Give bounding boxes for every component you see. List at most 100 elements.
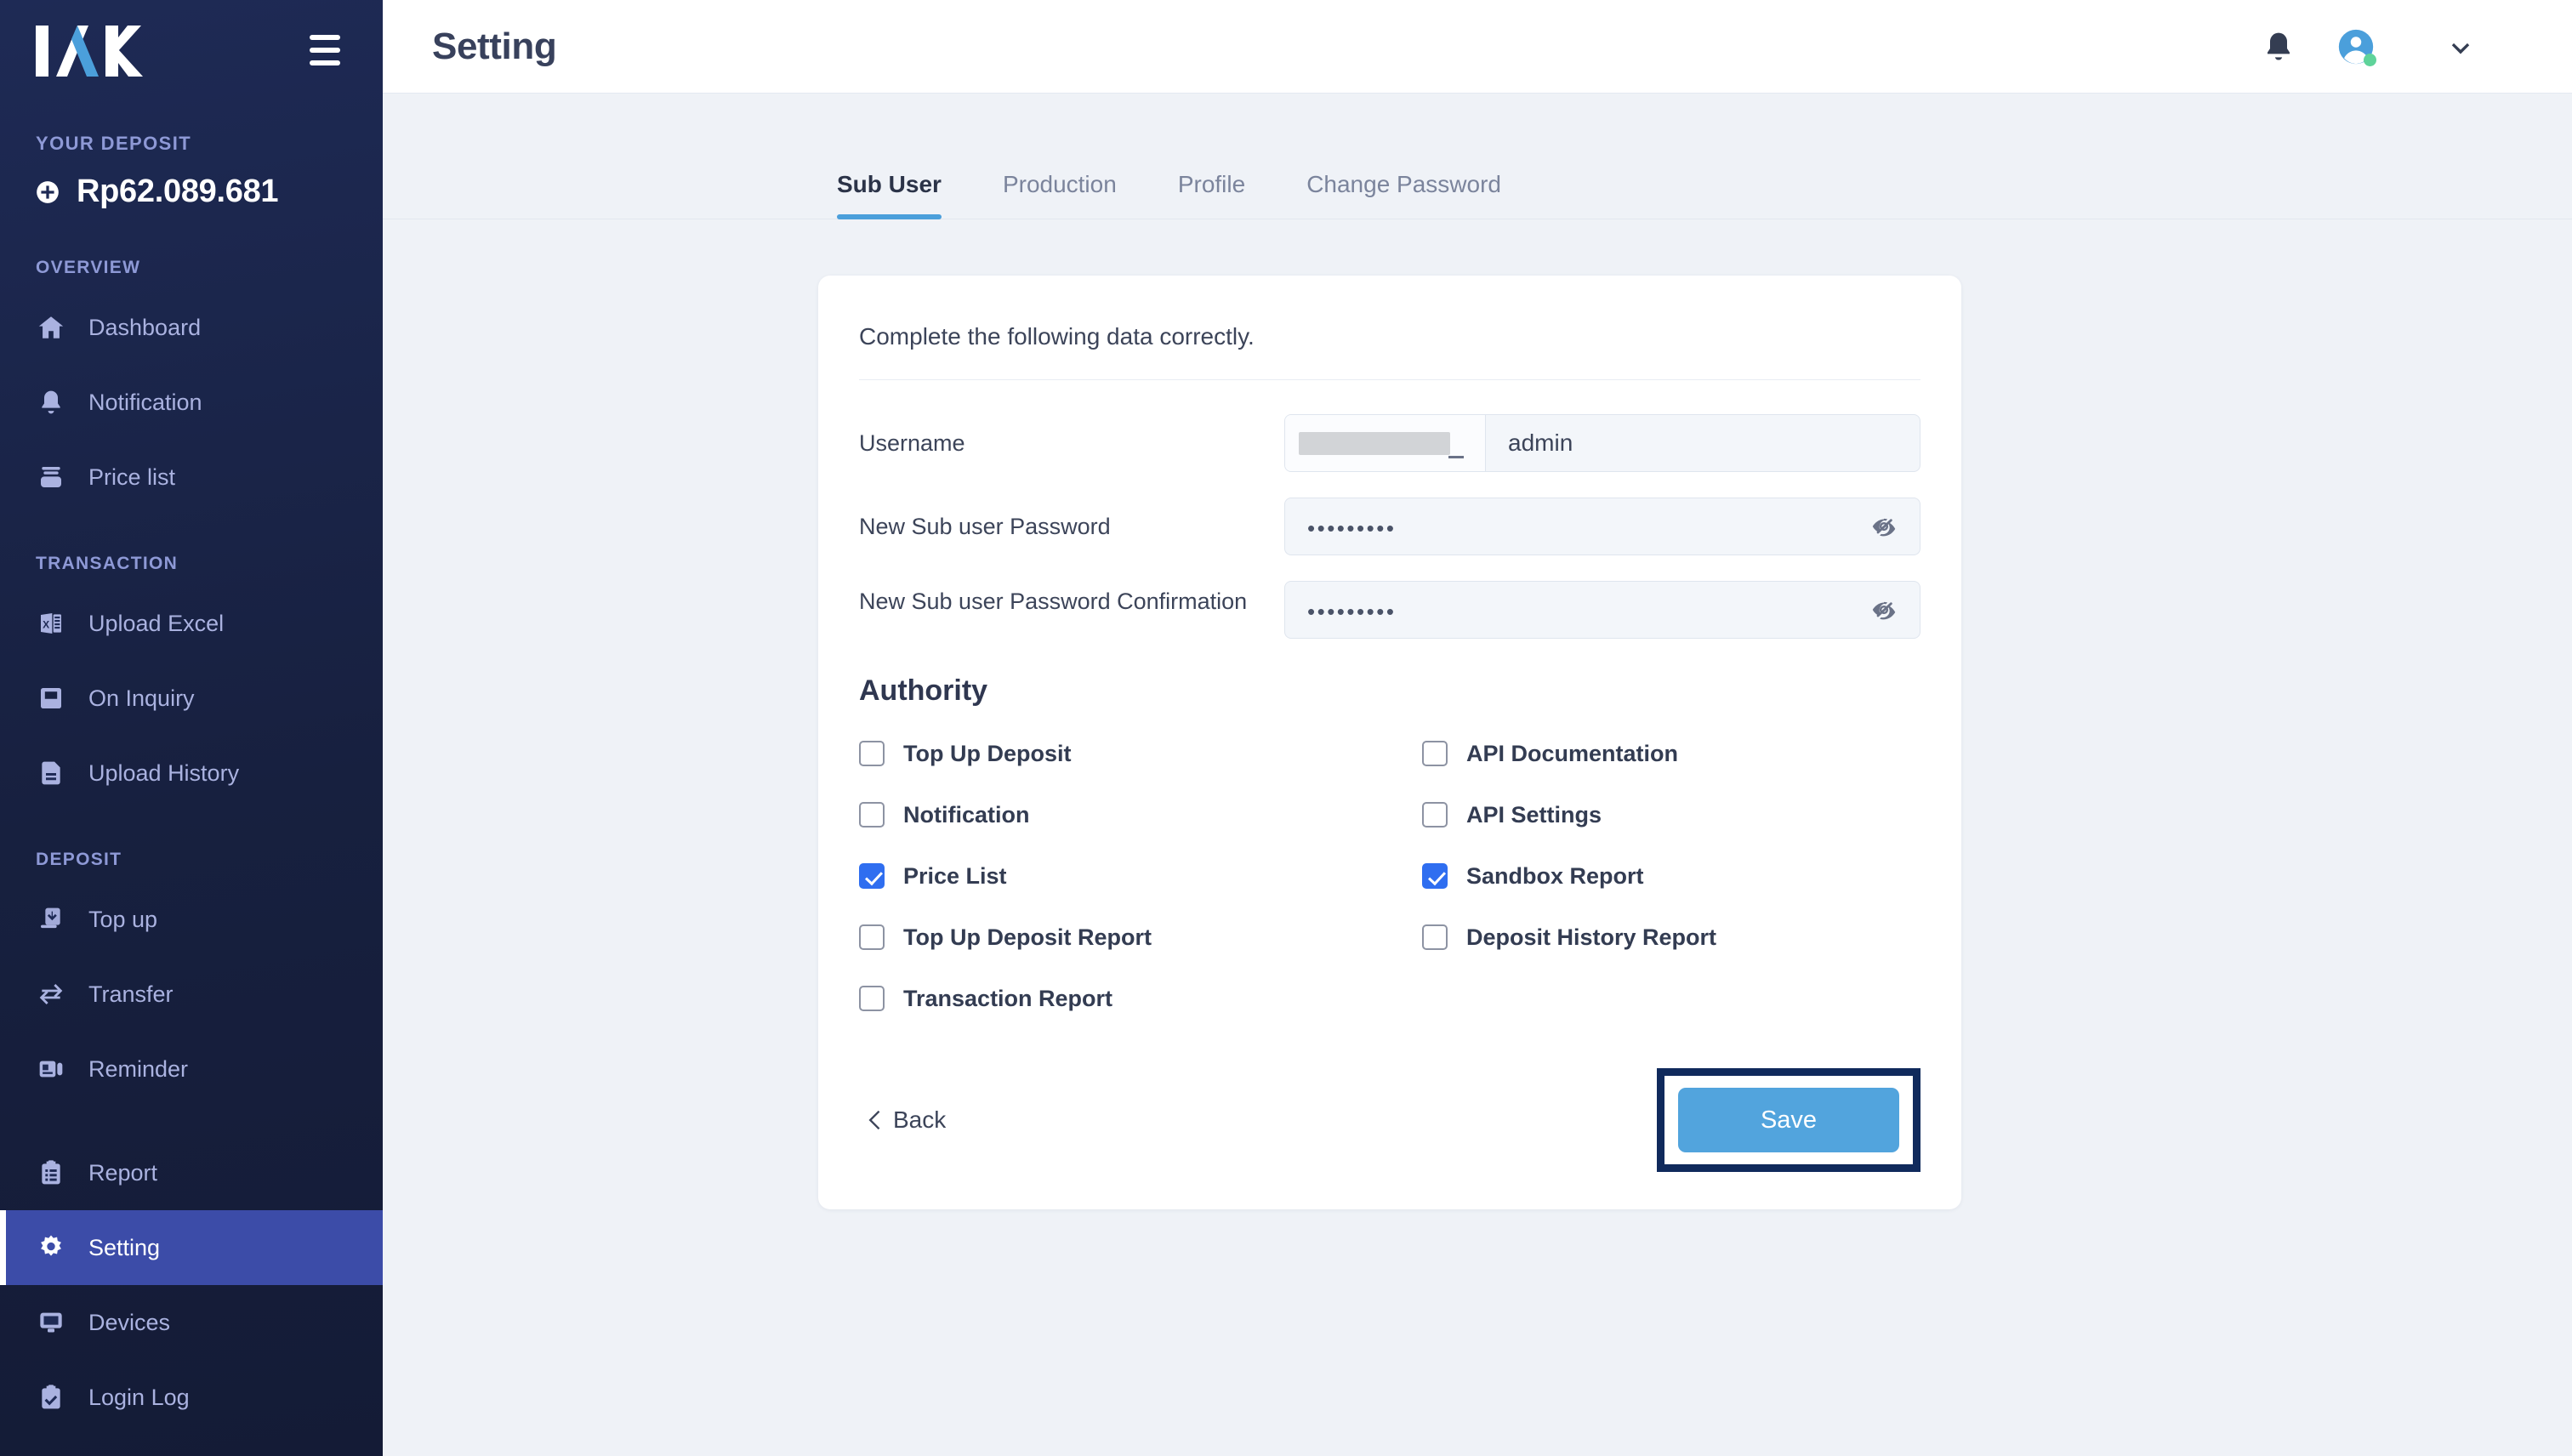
- add-deposit-icon[interactable]: [36, 180, 60, 204]
- checkbox[interactable]: [859, 802, 885, 828]
- sidebar-item-label: Devices: [88, 1309, 171, 1335]
- divider: [859, 379, 1920, 380]
- deposit-label: YOUR DEPOSIT: [36, 133, 192, 154]
- sidebar-header: [0, 0, 383, 100]
- sidebar-item-devices[interactable]: Devices: [0, 1285, 383, 1360]
- tab-change-password[interactable]: Change Password: [1306, 171, 1501, 219]
- sidebar-item-dashboard[interactable]: Dashboard: [0, 290, 383, 365]
- authority-heading: Authority: [859, 674, 988, 707]
- account-menu-button[interactable]: [2397, 10, 2524, 83]
- password-confirm-input[interactable]: •••••••••: [1284, 581, 1920, 639]
- authority-item-api-settings[interactable]: API Settings: [1422, 784, 1920, 845]
- chevron-down-icon: [2451, 43, 2470, 54]
- transfer-arrows-icon: [36, 979, 66, 1010]
- burger-line: [310, 60, 340, 65]
- password-input[interactable]: •••••••••: [1284, 498, 1920, 555]
- app-root: YOUR DEPOSIT Rp62.089.681 OVERVIEW Dashb…: [0, 0, 2572, 1456]
- notifications-button[interactable]: [2242, 10, 2315, 83]
- username-label: Username: [859, 430, 965, 456]
- deposit-summary: YOUR DEPOSIT Rp62.089.681: [0, 100, 383, 210]
- checkbox[interactable]: [1422, 741, 1448, 766]
- sidebar-item-label: Price list: [88, 464, 176, 490]
- sidebar-item-top-up[interactable]: Top up: [0, 882, 383, 957]
- authority-label: Deposit History Report: [1466, 924, 1717, 950]
- sidebar-item-report[interactable]: Report: [0, 1135, 383, 1210]
- save-button[interactable]: Save: [1678, 1088, 1899, 1152]
- back-label: Back: [893, 1106, 947, 1133]
- password-confirm-label: New Sub user Password Confirmation: [859, 589, 1248, 614]
- sidebar-item-label: Upload History: [88, 759, 240, 786]
- authority-label: Notification: [903, 801, 1030, 828]
- checkbox[interactable]: [1422, 924, 1448, 950]
- clipboard-check-icon: [36, 1382, 66, 1413]
- checkbox[interactable]: [1422, 802, 1448, 828]
- deposit-value-row[interactable]: Rp62.089.681: [36, 173, 383, 210]
- sidebar-item-notification[interactable]: Notification: [0, 365, 383, 440]
- authority-label: Top Up Deposit: [903, 740, 1072, 766]
- back-button[interactable]: Back: [859, 1106, 946, 1134]
- sidebar-section-overview: OVERVIEW: [36, 258, 141, 277]
- authority-item-top-up-deposit-report[interactable]: Top Up Deposit Report: [859, 907, 1390, 968]
- eye-slash-icon[interactable]: [1867, 509, 1901, 543]
- username-row: Username admin: [859, 414, 1920, 472]
- authority-item-price-list[interactable]: Price List: [859, 845, 1390, 907]
- sidebar-item-upload-excel[interactable]: X Upload Excel: [0, 586, 383, 661]
- checkbox[interactable]: [859, 741, 885, 766]
- authority-label: API Settings: [1466, 801, 1602, 828]
- password-confirm-value: •••••••••: [1307, 598, 1397, 624]
- bell-icon: [36, 387, 66, 418]
- sidebar-item-label: Dashboard: [88, 314, 202, 340]
- sidebar: YOUR DEPOSIT Rp62.089.681 OVERVIEW Dashb…: [0, 0, 383, 1456]
- tab-production[interactable]: Production: [1003, 171, 1117, 219]
- main-area: Setting Sub User Production Profile Chan…: [383, 0, 2572, 1456]
- sidebar-item-label: Transfer: [88, 981, 174, 1007]
- hamburger-menu-icon[interactable]: [304, 30, 345, 71]
- sidebar-item-price-list[interactable]: Price list: [0, 440, 383, 515]
- authority-item-top-up-deposit[interactable]: Top Up Deposit: [859, 723, 1390, 784]
- page-title: Setting: [432, 25, 557, 67]
- iak-logo[interactable]: [36, 20, 146, 80]
- home-icon: [36, 312, 66, 343]
- user-avatar-button[interactable]: [2315, 10, 2397, 83]
- authority-right-column: API Documentation API Settings Sandbox R…: [1390, 723, 1920, 1029]
- chevron-left-icon: [868, 1110, 880, 1130]
- sidebar-item-login-log[interactable]: Login Log: [0, 1360, 383, 1435]
- username-control: admin: [1284, 414, 1920, 472]
- eye-slash-icon[interactable]: [1867, 593, 1901, 627]
- authority-item-deposit-history-report[interactable]: Deposit History Report: [1422, 907, 1920, 968]
- checkbox[interactable]: [859, 924, 885, 950]
- reminder-icon: [36, 1054, 66, 1084]
- authority-label: Price List: [903, 862, 1007, 889]
- sidebar-item-upload-history[interactable]: Upload History: [0, 736, 383, 810]
- checkbox[interactable]: [859, 986, 885, 1011]
- authority-grid: Top Up Deposit Notification Price List T…: [859, 723, 1920, 1029]
- document-icon: [36, 758, 66, 788]
- sidebar-item-on-inquiry[interactable]: On Inquiry: [0, 661, 383, 736]
- tab-sub-user[interactable]: Sub User: [837, 171, 942, 219]
- sub-user-form-card: Complete the following data correctly. U…: [818, 276, 1961, 1209]
- sidebar-item-setting[interactable]: Setting: [0, 1210, 383, 1285]
- top-bar: Setting: [383, 0, 2572, 94]
- authority-item-notification[interactable]: Notification: [859, 784, 1390, 845]
- sidebar-item-label: Notification: [88, 389, 202, 415]
- checkbox[interactable]: [859, 863, 885, 889]
- svg-text:X: X: [43, 618, 49, 630]
- burger-line: [310, 35, 340, 40]
- sidebar-item-label: Report: [88, 1159, 158, 1186]
- sidebar-item-reminder[interactable]: Reminder: [0, 1032, 383, 1106]
- sidebar-item-label: On Inquiry: [88, 685, 195, 711]
- authority-item-sandbox-report[interactable]: Sandbox Report: [1422, 845, 1920, 907]
- authority-item-api-documentation[interactable]: API Documentation: [1422, 723, 1920, 784]
- username-prefix-redacted: [1285, 415, 1486, 471]
- checkbox[interactable]: [1422, 863, 1448, 889]
- save-button-highlight: Save: [1657, 1068, 1920, 1172]
- sidebar-item-label: Setting: [88, 1234, 161, 1260]
- authority-item-transaction-report[interactable]: Transaction Report: [859, 968, 1390, 1029]
- tab-profile[interactable]: Profile: [1178, 171, 1245, 219]
- password-confirm-row: New Sub user Password Confirmation •••••…: [859, 581, 1920, 639]
- username-input[interactable]: admin: [1284, 414, 1920, 472]
- password-control: •••••••••: [1284, 498, 1920, 555]
- sidebar-item-transfer[interactable]: Transfer: [0, 957, 383, 1032]
- topbar-actions: [2242, 10, 2524, 83]
